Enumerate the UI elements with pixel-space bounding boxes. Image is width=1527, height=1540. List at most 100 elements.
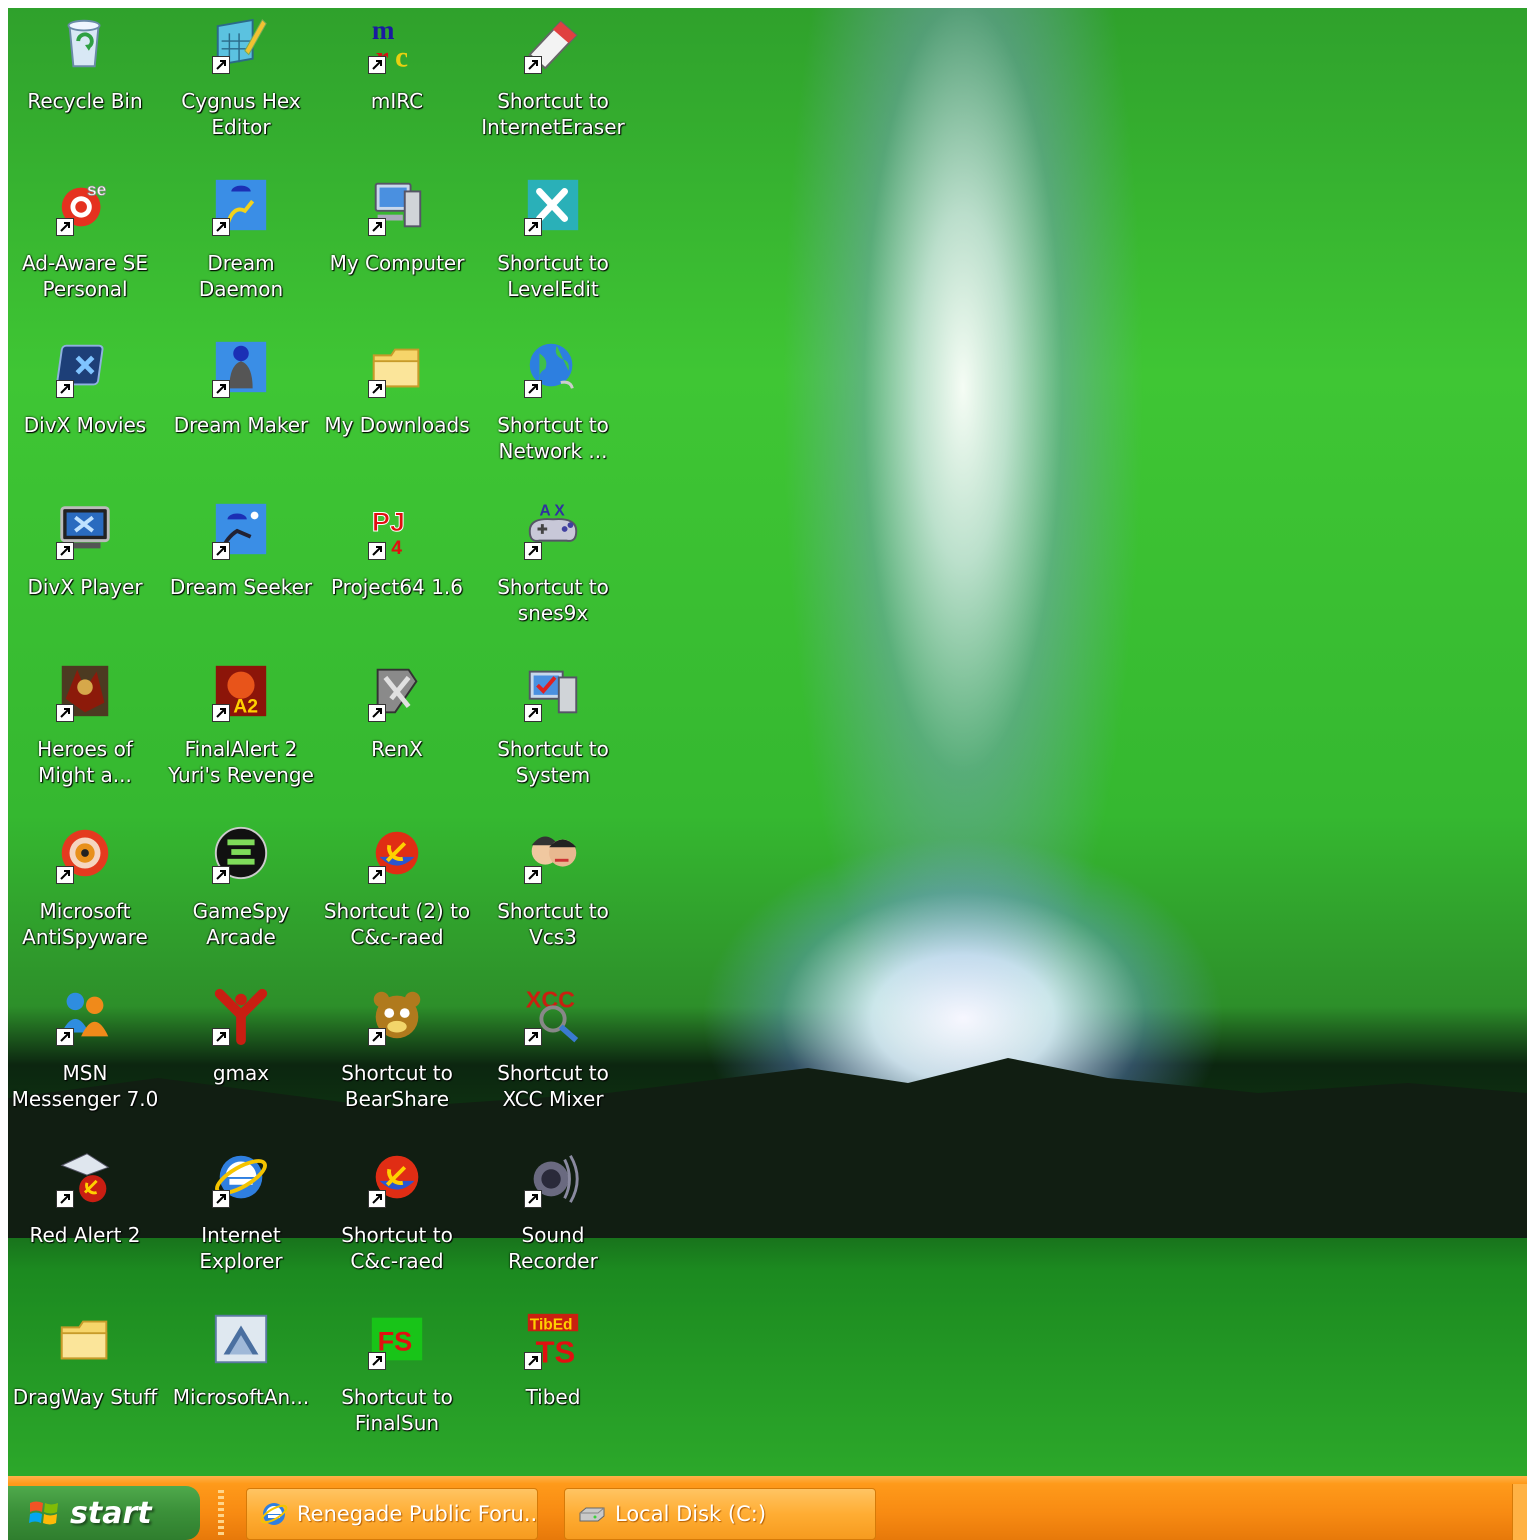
desktop-icon-label: MSN Messenger 7.0 [11,1061,159,1111]
desktop-icon-label: RenX [371,737,423,761]
desktop-icon-image [210,174,272,236]
desktop-icon[interactable]: Internet Explorer [166,1142,316,1292]
desktop-icon-label: Sound Recorder [508,1223,598,1273]
desktop-icon[interactable]: Shortcut (2) to C&c-raed [322,818,472,968]
desktop-icon-label: gmax [212,1061,270,1085]
shortcut-arrow-icon [212,1028,230,1046]
shortcut-arrow-icon [56,1190,74,1208]
desktop-icon-image [210,984,272,1046]
desktop-icon[interactable]: A2 FinalAlert 2 Yuri's Revenge [166,656,316,806]
desktop-icon-label: Internet Explorer [199,1223,283,1273]
shortcut-arrow-icon [524,1028,542,1046]
shortcut-arrow-icon [524,542,542,560]
desktop-icon-image: TibEd TS [522,1308,584,1370]
desktop-icon[interactable]: Heroes of Might a... [10,656,160,806]
desktop-icon[interactable]: MicrosoftAn... [166,1304,316,1454]
desktop-icon[interactable]: Shortcut to Vcs3 [478,818,628,968]
shortcut-arrow-icon [368,1190,386,1208]
desktop-icon[interactable]: Shortcut to InternetEraser [478,8,628,158]
desktop-icon[interactable]: mrc mIRC [322,8,472,158]
desktop-icon-image [210,822,272,884]
shortcut-arrow-icon [524,56,542,74]
desktop-icon[interactable]: FS Shortcut to FinalSun [322,1304,472,1454]
desktop-icon[interactable]: GameSpy Arcade [166,818,316,968]
desktop-icon[interactable]: A X Shortcut to snes9x [478,494,628,644]
desktop-icon-label: Dream Daemon [198,251,284,301]
system-tray [1512,1484,1527,1540]
svg-text:PJ: PJ [372,506,405,537]
desktop-icon-image [54,498,116,560]
shortcut-arrow-icon [524,1352,542,1370]
desktop-icon-label: MicrosoftAn... [172,1385,310,1409]
shortcut-arrow-icon [524,218,542,236]
taskbar-button-local-disk[interactable]: Local Disk (C:) [564,1488,876,1540]
desktop-icon[interactable]: RenX [322,656,472,806]
shortcut-arrow-icon [212,218,230,236]
desktop-icon[interactable]: Cygnus Hex Editor [166,8,316,158]
desktop-icon-label: Microsoft AntiSpyware [22,899,148,949]
desktop-icon[interactable]: My Downloads [322,332,472,482]
desktop-icon[interactable]: Dream Maker [166,332,316,482]
desktop-icon[interactable]: Shortcut to BearShare [322,980,472,1130]
desktop-icon[interactable]: XCC Shortcut to XCC Mixer [478,980,628,1130]
shortcut-arrow-icon [368,380,386,398]
desktop-icon-image [54,1308,116,1370]
start-button[interactable]: start [8,1486,200,1540]
desktop-icon-label: DivX Movies [23,413,147,437]
taskbar-button-label: Local Disk (C:) [615,1502,767,1526]
desktop-icon-label: DivX Player [27,575,143,599]
shortcut-arrow-icon [524,380,542,398]
desktop-icon[interactable]: Shortcut to Network ... [478,332,628,482]
shortcut-arrow-icon [368,542,386,560]
desktop-icon-image [366,336,428,398]
desktop-icon[interactable]: se Ad-Aware SE Personal [10,170,160,320]
desktop-icon[interactable]: Dream Daemon [166,170,316,320]
desktop-icon-image [210,1308,272,1370]
desktop-icon[interactable]: DivX Player [10,494,160,644]
desktop-icon[interactable]: gmax [166,980,316,1130]
desktop-icon[interactable]: Dream Seeker [166,494,316,644]
desktop-icon[interactable]: Recycle Bin [10,8,160,158]
taskbar-button-renegade-forum[interactable]: Renegade Public Foru... [246,1488,538,1540]
desktop-icon[interactable]: PJ 4 Project64 1.6 [322,494,472,644]
desktop-icon-label: Ad-Aware SE Personal [21,251,149,301]
shortcut-arrow-icon [56,866,74,884]
desktop-icon[interactable]: Shortcut to System [478,656,628,806]
desktop-icon[interactable]: Shortcut to LevelEdit [478,170,628,320]
desktop-icon-image: FS [366,1308,428,1370]
desktop-icon-label: My Computer [329,251,465,275]
desktop-icon[interactable]: My Computer [322,170,472,320]
svg-text:4: 4 [391,537,402,559]
shortcut-arrow-icon [212,56,230,74]
desktop-icon-label: GameSpy Arcade [192,899,290,949]
desktop-icon-label: Heroes of Might a... [37,737,133,787]
desktop-icon-label: Shortcut to snes9x [497,575,609,625]
desktop-icon-image [522,660,584,722]
desktop-icon[interactable]: TibEd TS Tibed [478,1304,628,1454]
desktop-icon-label: mIRC [370,89,424,113]
desktop-icon-image [366,822,428,884]
desktop-icon-image [522,822,584,884]
shortcut-arrow-icon [56,704,74,722]
desktop-icon[interactable]: MSN Messenger 7.0 [10,980,160,1130]
desktop-icon[interactable]: DivX Movies [10,332,160,482]
shortcut-arrow-icon [56,380,74,398]
desktop-icon[interactable]: Sound Recorder [478,1142,628,1292]
desktop-icon-label: Project64 1.6 [330,575,464,599]
shortcut-arrow-icon [56,1028,74,1046]
desktop-icon[interactable]: Shortcut to C&c-raed [322,1142,472,1292]
svg-text:se: se [87,179,107,199]
shortcut-arrow-icon [212,866,230,884]
shortcut-arrow-icon [368,218,386,236]
desktop-icon[interactable]: Red Alert 2 [10,1142,160,1292]
shortcut-arrow-icon [212,1190,230,1208]
taskbar-grip[interactable] [218,1490,224,1536]
desktop-icon-image: se [54,174,116,236]
desktop-icon-label: Shortcut to LevelEdit [497,251,609,301]
desktop-icon-image [522,1146,584,1208]
desktop-icon[interactable]: Microsoft AntiSpyware [10,818,160,968]
windows-logo-icon [29,1501,58,1525]
desktop-icon-label: Red Alert 2 [29,1223,141,1247]
desktop-icon[interactable]: DragWay Stuff [10,1304,160,1454]
desktop-icon-label: Recycle Bin [27,89,143,113]
